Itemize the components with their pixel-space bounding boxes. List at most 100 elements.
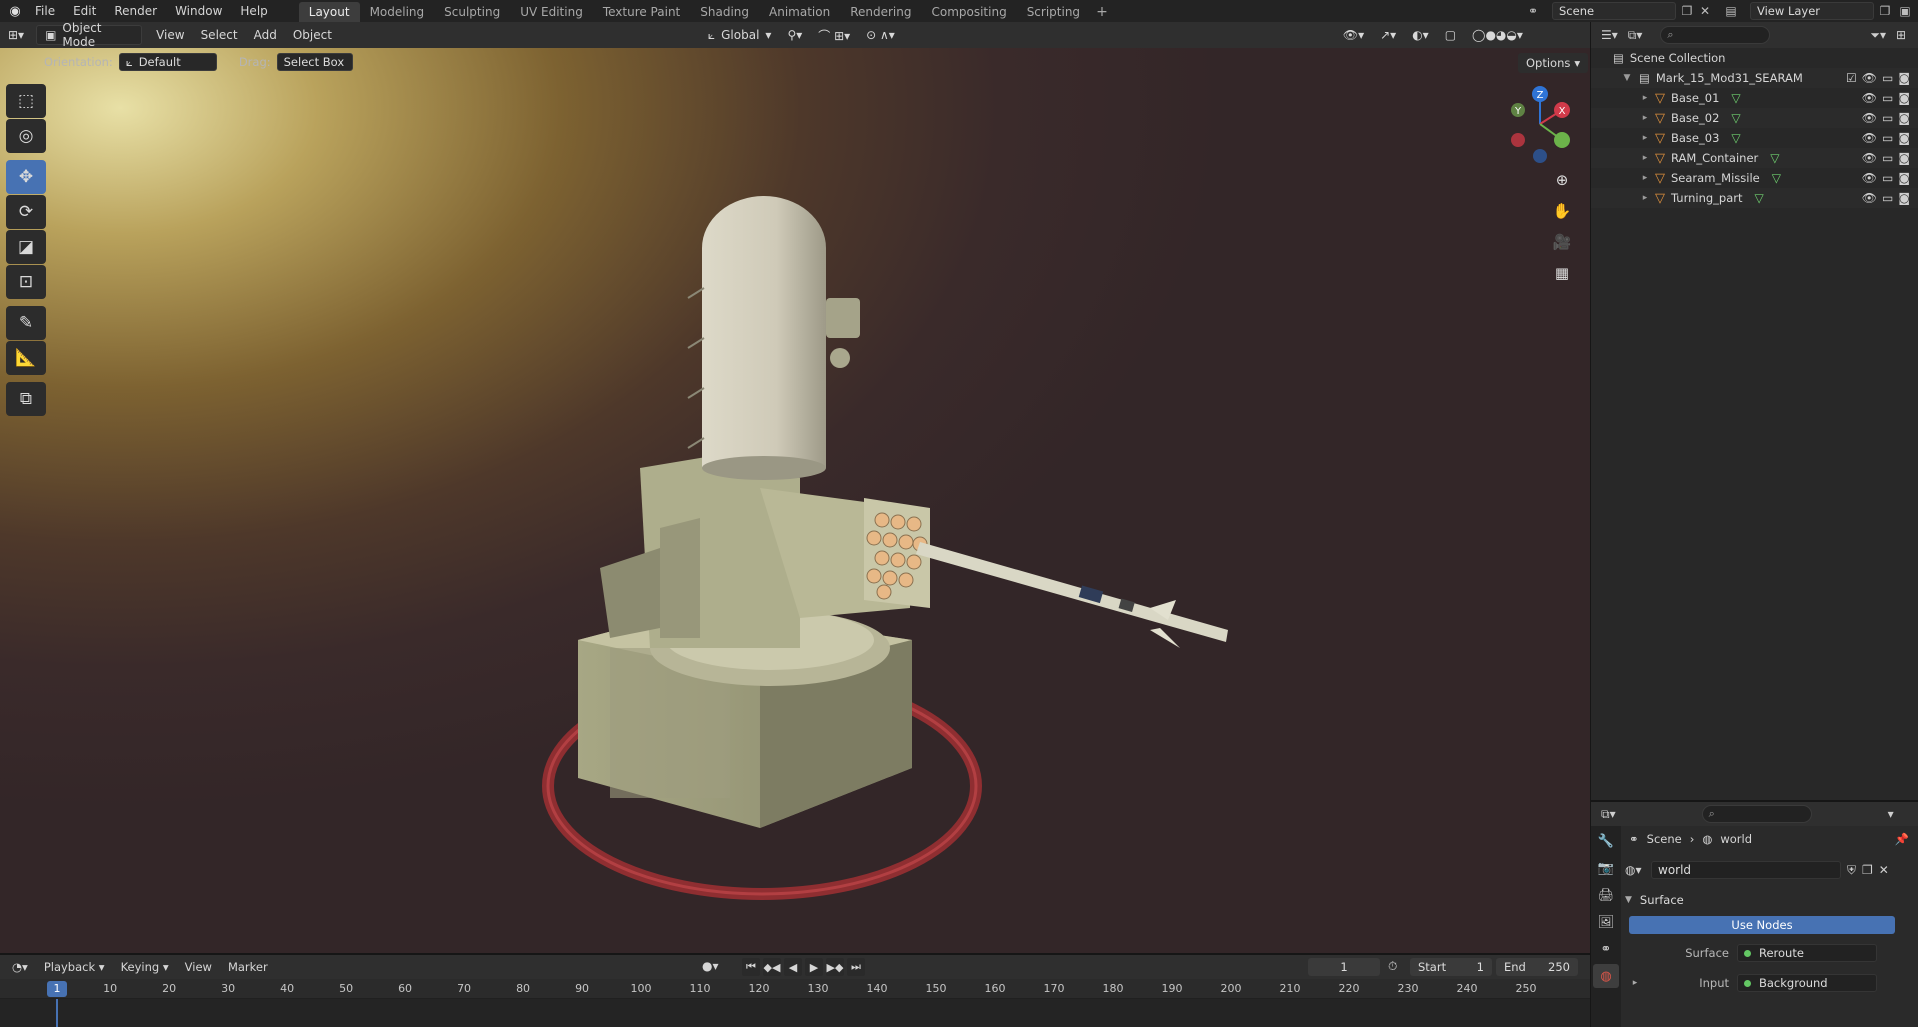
menu-select[interactable]: Select [193,25,246,45]
chevron-down-icon[interactable]: ▾ [1888,807,1894,821]
mode-selector[interactable]: ▣ Object Mode [36,21,143,49]
tab-scripting[interactable]: Scripting [1017,2,1090,22]
expand-chevron-icon[interactable]: ▸ [1639,193,1651,203]
blender-logo-icon[interactable]: ◉ [4,0,26,22]
menu-window[interactable]: Window [166,0,231,22]
monitor-icon[interactable]: ▭ [1882,131,1893,145]
zoom-icon[interactable]: ⊕ [1548,166,1576,194]
list-item[interactable]: ▸ ▽ Searam_Missile ▽ 👁 ▭ ◙ [1591,168,1918,188]
mesh-data-icon[interactable]: ▽ [1772,171,1781,185]
tab-rendering[interactable]: Rendering [840,2,921,22]
tab-sculpting[interactable]: Sculpting [434,2,510,22]
view-layer-selector[interactable]: View Layer [1750,2,1874,20]
perspective-grid-icon[interactable]: ▦ [1548,259,1576,287]
collapse-chevron-icon[interactable]: ▼ [1621,73,1633,83]
input-value-field[interactable]: Background [1737,974,1877,992]
monitor-icon[interactable]: ▭ [1882,71,1893,85]
checkbox-icon[interactable]: ☑ [1846,71,1857,85]
xray-icon[interactable]: ▢ [1437,25,1464,45]
render-camera-icon[interactable]: ◙ [1898,111,1910,125]
properties-editor-type-icon[interactable]: ⧉▾ [1601,807,1616,822]
use-nodes-button[interactable]: Use Nodes [1629,916,1895,934]
list-item[interactable]: ▸ ▽ Base_02 ▽ 👁 ▭ ◙ [1591,108,1918,128]
world-tab-icon[interactable]: ◍ [1593,964,1619,988]
expand-chevron-icon[interactable]: ▸ [1639,113,1651,123]
play-icon[interactable]: ▶ [805,958,823,976]
menu-playback[interactable]: Playback ▾ [36,960,113,974]
snap-icon[interactable]: ⌒ ⊞▾ [810,25,858,45]
eye-icon[interactable]: 👁 [1862,131,1877,145]
jump-next-keyframe-icon[interactable]: ▶◆ [826,958,844,976]
eye-icon[interactable]: 👁 [1862,91,1877,105]
expand-chevron-icon[interactable]: ▸ [1625,978,1645,988]
scene-icon[interactable]: ⚭ [1524,2,1542,20]
eye-icon[interactable]: 👁 [1862,191,1877,205]
view-layer-tab-icon[interactable]: 🖼 [1593,910,1619,934]
menu-add[interactable]: Add [246,25,285,45]
expand-chevron-icon[interactable]: ▸ [1639,173,1651,183]
drag-dropdown[interactable]: Select Box [276,53,353,71]
monitor-icon[interactable]: ▭ [1882,171,1893,185]
timeline-editor-type-icon[interactable]: ◔▾ [4,960,36,974]
monitor-icon[interactable]: ▭ [1882,151,1893,165]
delete-view-layer-icon[interactable]: ▣ [1896,2,1914,20]
menu-render[interactable]: Render [105,0,166,22]
output-tab-icon[interactable]: 🖨 [1593,883,1619,907]
eye-icon[interactable]: 👁 [1862,71,1877,85]
mesh-data-icon[interactable]: ▽ [1731,131,1740,145]
add-cube-tool-icon[interactable]: ⧉ [6,382,46,416]
menu-help[interactable]: Help [231,0,276,22]
tab-animation[interactable]: Animation [759,2,840,22]
jump-end-icon[interactable]: ⏭ [847,958,865,976]
close-icon[interactable]: ✕ [1879,863,1889,877]
new-scene-icon[interactable]: ❐ [1678,2,1696,20]
playhead-frame-indicator[interactable]: 1 [47,981,67,997]
eye-icon[interactable]: 👁 [1862,171,1877,185]
render-camera-icon[interactable]: ◙ [1898,151,1910,165]
menu-marker[interactable]: Marker [220,960,276,974]
scene-selector[interactable]: Scene [1552,2,1676,20]
select-box-tool-icon[interactable]: ⬚ [6,84,46,118]
playhead-line[interactable] [56,999,58,1027]
annotate-tool-icon[interactable]: ✎ [6,306,46,340]
menu-timeline-view[interactable]: View [177,960,220,974]
list-item[interactable]: ▸ ▽ Base_01 ▽ 👁 ▭ ◙ [1591,88,1918,108]
mesh-data-icon[interactable]: ▽ [1731,91,1740,105]
current-frame-field[interactable]: 1 [1308,958,1380,976]
transform-orientation-selector[interactable]: ⟀ Global ▾ [700,25,780,45]
transform-tool-icon[interactable]: ⊡ [6,265,46,299]
surface-value-field[interactable]: Reroute [1737,944,1877,962]
fake-user-icon[interactable]: ⛨ [1847,863,1856,878]
menu-file[interactable]: File [26,0,64,22]
surface-panel-header[interactable]: ▼ Surface [1625,890,1915,910]
tab-uv-editing[interactable]: UV Editing [510,2,593,22]
monitor-icon[interactable]: ▭ [1882,111,1893,125]
menu-object[interactable]: Object [285,25,340,45]
measure-tool-icon[interactable]: 📐 [6,341,46,375]
world-name-field[interactable]: world [1651,861,1841,879]
play-reverse-icon[interactable]: ◀ [784,958,802,976]
mesh-data-icon[interactable]: ▽ [1755,191,1764,205]
expand-chevron-icon[interactable]: ▸ [1639,93,1651,103]
overlays-icon[interactable]: ◐▾ [1404,25,1437,45]
filter-icon[interactable]: ⏷▾ [1870,28,1886,43]
collapse-chevron-icon[interactable]: ▼ [1625,895,1632,905]
expand-chevron-icon[interactable]: ▸ [1639,153,1651,163]
tool-tab-icon[interactable]: 🔧 [1593,829,1619,853]
pan-hand-icon[interactable]: ✋ [1548,197,1576,225]
proportional-edit-icon[interactable]: ⊙ ∧▾ [858,25,903,45]
jump-start-icon[interactable]: ⏮ [742,958,760,976]
visibility-icon[interactable]: 👁▾ [1335,25,1372,45]
scene-tab-icon[interactable]: ⚭ [1593,937,1619,961]
delete-scene-icon[interactable]: ✕ [1696,2,1714,20]
render-camera-icon[interactable]: ◙ [1898,91,1910,105]
view-layer-icon[interactable]: ▤ [1722,2,1740,20]
duplicate-icon[interactable]: ❐ [1862,863,1873,877]
mesh-data-icon[interactable]: ▽ [1770,151,1779,165]
options-button[interactable]: Options ▾ [1518,53,1589,73]
pivot-icon[interactable]: ⚲▾ [779,25,810,45]
scale-tool-icon[interactable]: ◪ [6,230,46,264]
list-item[interactable]: ▸ ▽ Turning_part ▽ 👁 ▭ ◙ [1591,188,1918,208]
tab-layout[interactable]: Layout [298,2,360,22]
collection-row[interactable]: ▼ ▤ Mark_15_Mod31_SEARAM ☑ 👁 ▭ ◙ [1591,68,1918,88]
